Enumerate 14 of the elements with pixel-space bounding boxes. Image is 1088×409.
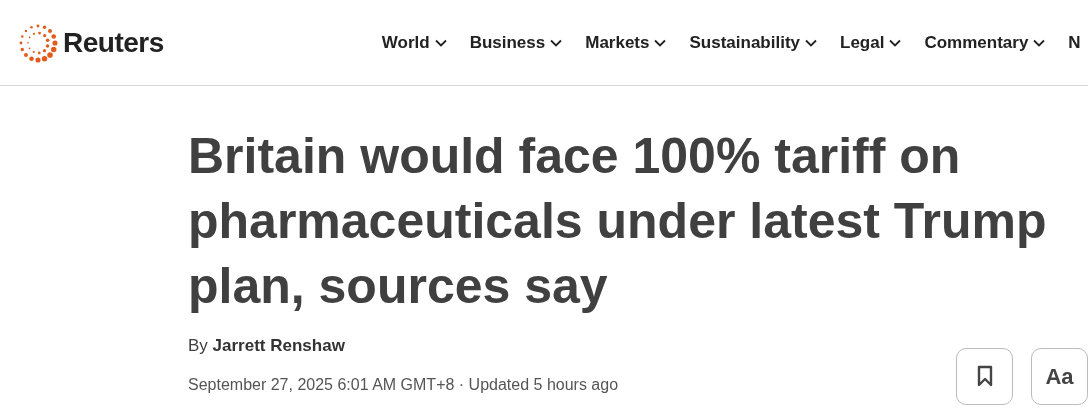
text-size-button[interactable]: Aa [1031, 347, 1088, 405]
nav-menu-item[interactable]: Commentary [924, 29, 1047, 56]
nav-menu-item[interactable]: N [1068, 29, 1081, 56]
nav-menu-item[interactable]: Sustainability [689, 29, 818, 56]
logo-wordmark[interactable]: Reuters [63, 21, 164, 64]
bookmark-button[interactable] [956, 347, 1013, 405]
nav-menu-item[interactable]: Markets [585, 29, 668, 56]
nav-menu-item[interactable]: Business [469, 29, 564, 56]
byline: By Jarrett Renshaw [188, 335, 346, 357]
article-dateline: September 27, 2025 6:01 AM GMT+8 · Updated 5 hours ago [188, 374, 619, 395]
bookmark-icon [976, 365, 993, 387]
nav-menu-item[interactable]: World [381, 29, 448, 56]
article-headline: Britain would face 100% tariff on pharmaceuticals under latest Trump plan, sources say [188, 127, 1048, 316]
nav-menu-item[interactable]: Legal [840, 29, 903, 56]
